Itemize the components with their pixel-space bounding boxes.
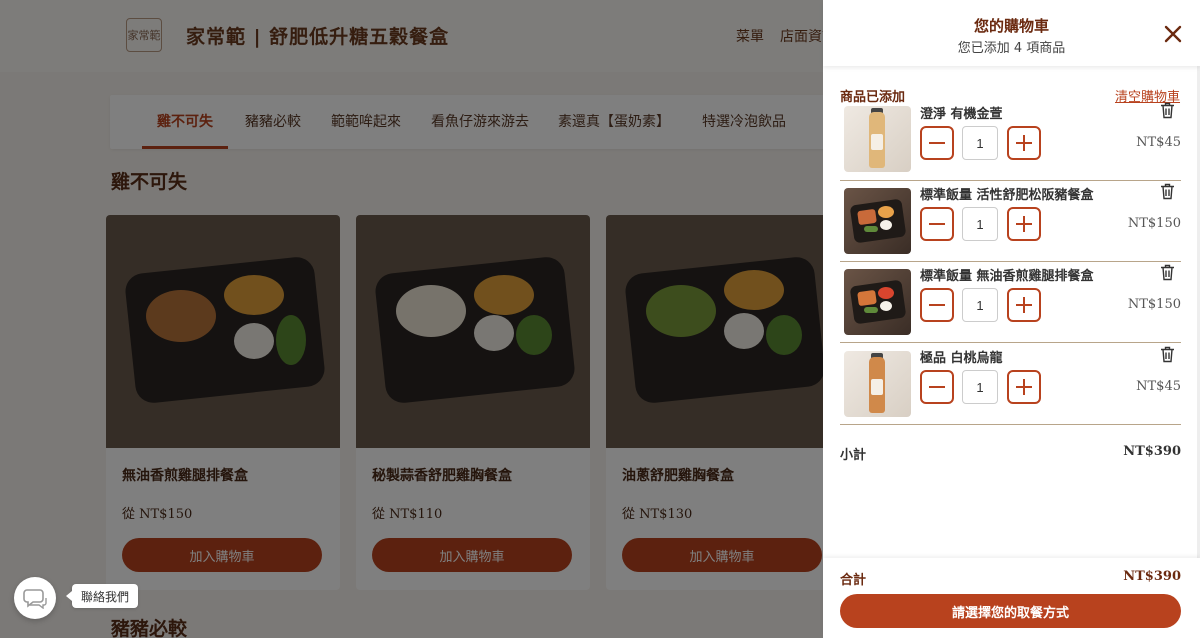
decrease-quantity-button[interactable]: [920, 288, 954, 322]
trash-icon[interactable]: [1160, 264, 1175, 281]
quantity-input[interactable]: [962, 288, 998, 322]
subtotal-value: NT$390: [1123, 444, 1181, 459]
chat-bubble-icon: [23, 589, 47, 609]
cart-header: 您的購物車 您已添加 4 項商品: [823, 0, 1200, 66]
subtotal-label: 小計: [840, 448, 867, 463]
cart-item: 標準飯量 無油香煎雞腿排餐盒 NT$150: [840, 263, 1181, 343]
cart-item: 極品 白桃烏龍 NT$45: [840, 345, 1181, 425]
quantity-input[interactable]: [962, 207, 998, 241]
trash-icon[interactable]: [1160, 183, 1175, 200]
item-price: NT$45: [1136, 379, 1181, 394]
quantity-input[interactable]: [962, 370, 998, 404]
item-thumbnail: [844, 106, 911, 172]
total-label: 合計: [840, 573, 867, 588]
item-price: NT$150: [1127, 297, 1181, 312]
decrease-quantity-button[interactable]: [920, 207, 954, 241]
checkout-button[interactable]: 請選擇您的取餐方式: [840, 594, 1181, 628]
item-name: 澄淨 有機金萱: [920, 107, 1003, 122]
increase-quantity-button[interactable]: [1007, 370, 1041, 404]
increase-quantity-button[interactable]: [1007, 288, 1041, 322]
item-price: NT$45: [1136, 135, 1181, 150]
cart-item: 澄淨 有機金萱 NT$45: [840, 101, 1181, 181]
item-name: 標準飯量 無油香煎雞腿排餐盒: [920, 269, 1094, 284]
increase-quantity-button[interactable]: [1007, 207, 1041, 241]
item-name: 極品 白桃烏龍: [920, 351, 1003, 366]
chat-tooltip: 聯絡我們: [65, 584, 139, 608]
close-icon[interactable]: [1161, 22, 1185, 46]
item-thumbnail: [844, 351, 911, 417]
item-thumbnail: [844, 269, 911, 335]
item-name: 標準飯量 活性舒肥松阪豬餐盒: [920, 188, 1094, 203]
total-value: NT$390: [1123, 569, 1181, 584]
decrease-quantity-button[interactable]: [920, 126, 954, 160]
quantity-input[interactable]: [962, 126, 998, 160]
trash-icon[interactable]: [1160, 346, 1175, 363]
cart-title: 您的購物車: [973, 17, 1049, 35]
cart-footer: 合計 NT$390 請選擇您的取餐方式: [823, 558, 1200, 638]
increase-quantity-button[interactable]: [1007, 126, 1041, 160]
cart-item: 標準飯量 活性舒肥松阪豬餐盒 NT$150: [840, 182, 1181, 262]
item-price: NT$150: [1127, 216, 1181, 231]
chat-button[interactable]: [14, 577, 56, 619]
cart-drawer: 您的購物車 您已添加 4 項商品 商品已添加 清空購物車 澄淨 有機金萱 NT$…: [823, 0, 1200, 638]
trash-icon[interactable]: [1160, 102, 1175, 119]
decrease-quantity-button[interactable]: [920, 370, 954, 404]
item-thumbnail: [844, 188, 911, 254]
cart-subtitle: 您已添加 4 項商品: [957, 41, 1066, 56]
